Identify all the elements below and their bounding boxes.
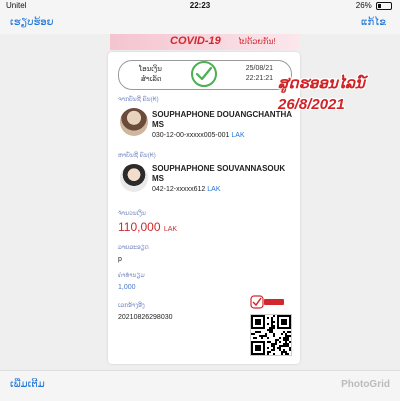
done-button[interactable]: ເຮຽບຮ້ອຍ xyxy=(10,17,54,28)
photogrid-watermark: PhotoGrid xyxy=(341,379,390,390)
receiver-avatar xyxy=(120,164,148,192)
result-summary: ໂອນເງິນ ສຳເລັດ 25/08/21 22:21:21 xyxy=(118,60,292,90)
fee-label: ຄ່າທຳນຽມ xyxy=(118,273,145,279)
more-button[interactable]: ເພີ່ມເຕີມ xyxy=(10,379,45,390)
sender-account: 030-12-00-xxxxx005-001 LAK xyxy=(152,132,245,139)
status-line-1: ໂອນເງິນ xyxy=(139,66,162,73)
memo-value: p xyxy=(118,256,122,263)
sender-label: ຈາກບັນຊີ ຄົນ(₭) xyxy=(118,97,159,103)
amount-value: 110,000 LAK xyxy=(118,220,177,234)
reference-number: 20210826298030 xyxy=(118,314,173,321)
status-bar: Unitel 22:23 26% xyxy=(0,0,400,12)
battery-icon xyxy=(376,1,392,10)
clock: 22:23 xyxy=(189,1,211,10)
check-icon xyxy=(191,61,217,87)
receiver-label: ຫາບັນຊີ ຄົນ(₭) xyxy=(118,153,156,159)
receiver-name: SOUPHAPHONE SOUVANNASOUK MS xyxy=(152,164,286,183)
banner-subtitle: ໄປດ້ວຍກັນ! xyxy=(238,37,276,46)
sender-account-number: 030-12-00-xxxxx005-001 xyxy=(152,132,230,139)
memo-label: ລາຍລະອຽດ xyxy=(118,245,149,251)
fee-value: 1,000 xyxy=(118,284,136,291)
overlay-date: 26/8/2021 xyxy=(278,96,345,113)
overlay-caption: ສູດຮອອນໄລນ໌ xyxy=(278,75,365,92)
qr-code xyxy=(250,314,292,356)
sender-name: SOUPHAPHONE DOUANGCHANTHA MS xyxy=(152,110,292,129)
receiver-account: 042-12-xxxxx612 LAK xyxy=(152,186,221,193)
amount-label: ຈຳນວນເງິນ xyxy=(118,211,146,217)
bank-logo xyxy=(250,294,290,310)
receiver-account-number: 042-12-xxxxx612 xyxy=(152,186,206,193)
battery-percent: 26% xyxy=(355,1,372,10)
receiver-currency: LAK xyxy=(207,186,221,193)
covid-banner: COVID-19 ໄປດ້ວຍກັນ! xyxy=(110,34,300,50)
transfer-receipt: ໂອນເງິນ ສຳເລັດ 25/08/21 22:21:21 ຈາກບັນຊ… xyxy=(108,52,300,364)
transfer-time: 22:21:21 xyxy=(245,75,273,82)
transfer-date: 25/08/21 xyxy=(245,65,273,72)
nav-bar: ເຮຽບຮ້ອຍ ແກ້ໄຂ xyxy=(0,12,400,35)
amount-currency: LAK xyxy=(163,226,178,233)
sender-avatar xyxy=(120,108,148,136)
sender-currency: LAK xyxy=(231,132,245,139)
bottom-bar: ເພີ່ມເຕີມ PhotoGrid xyxy=(0,370,400,401)
amount-number: 110,000 xyxy=(118,220,161,234)
battery-status: 26% xyxy=(356,1,392,10)
reference-label: ເລກອ້າງອີງ xyxy=(118,303,145,309)
status-line-2: ສຳເລັດ xyxy=(141,76,162,83)
edit-button[interactable]: ແກ້ໄຂ xyxy=(361,17,386,28)
banner-title: COVID-19 xyxy=(170,35,221,47)
